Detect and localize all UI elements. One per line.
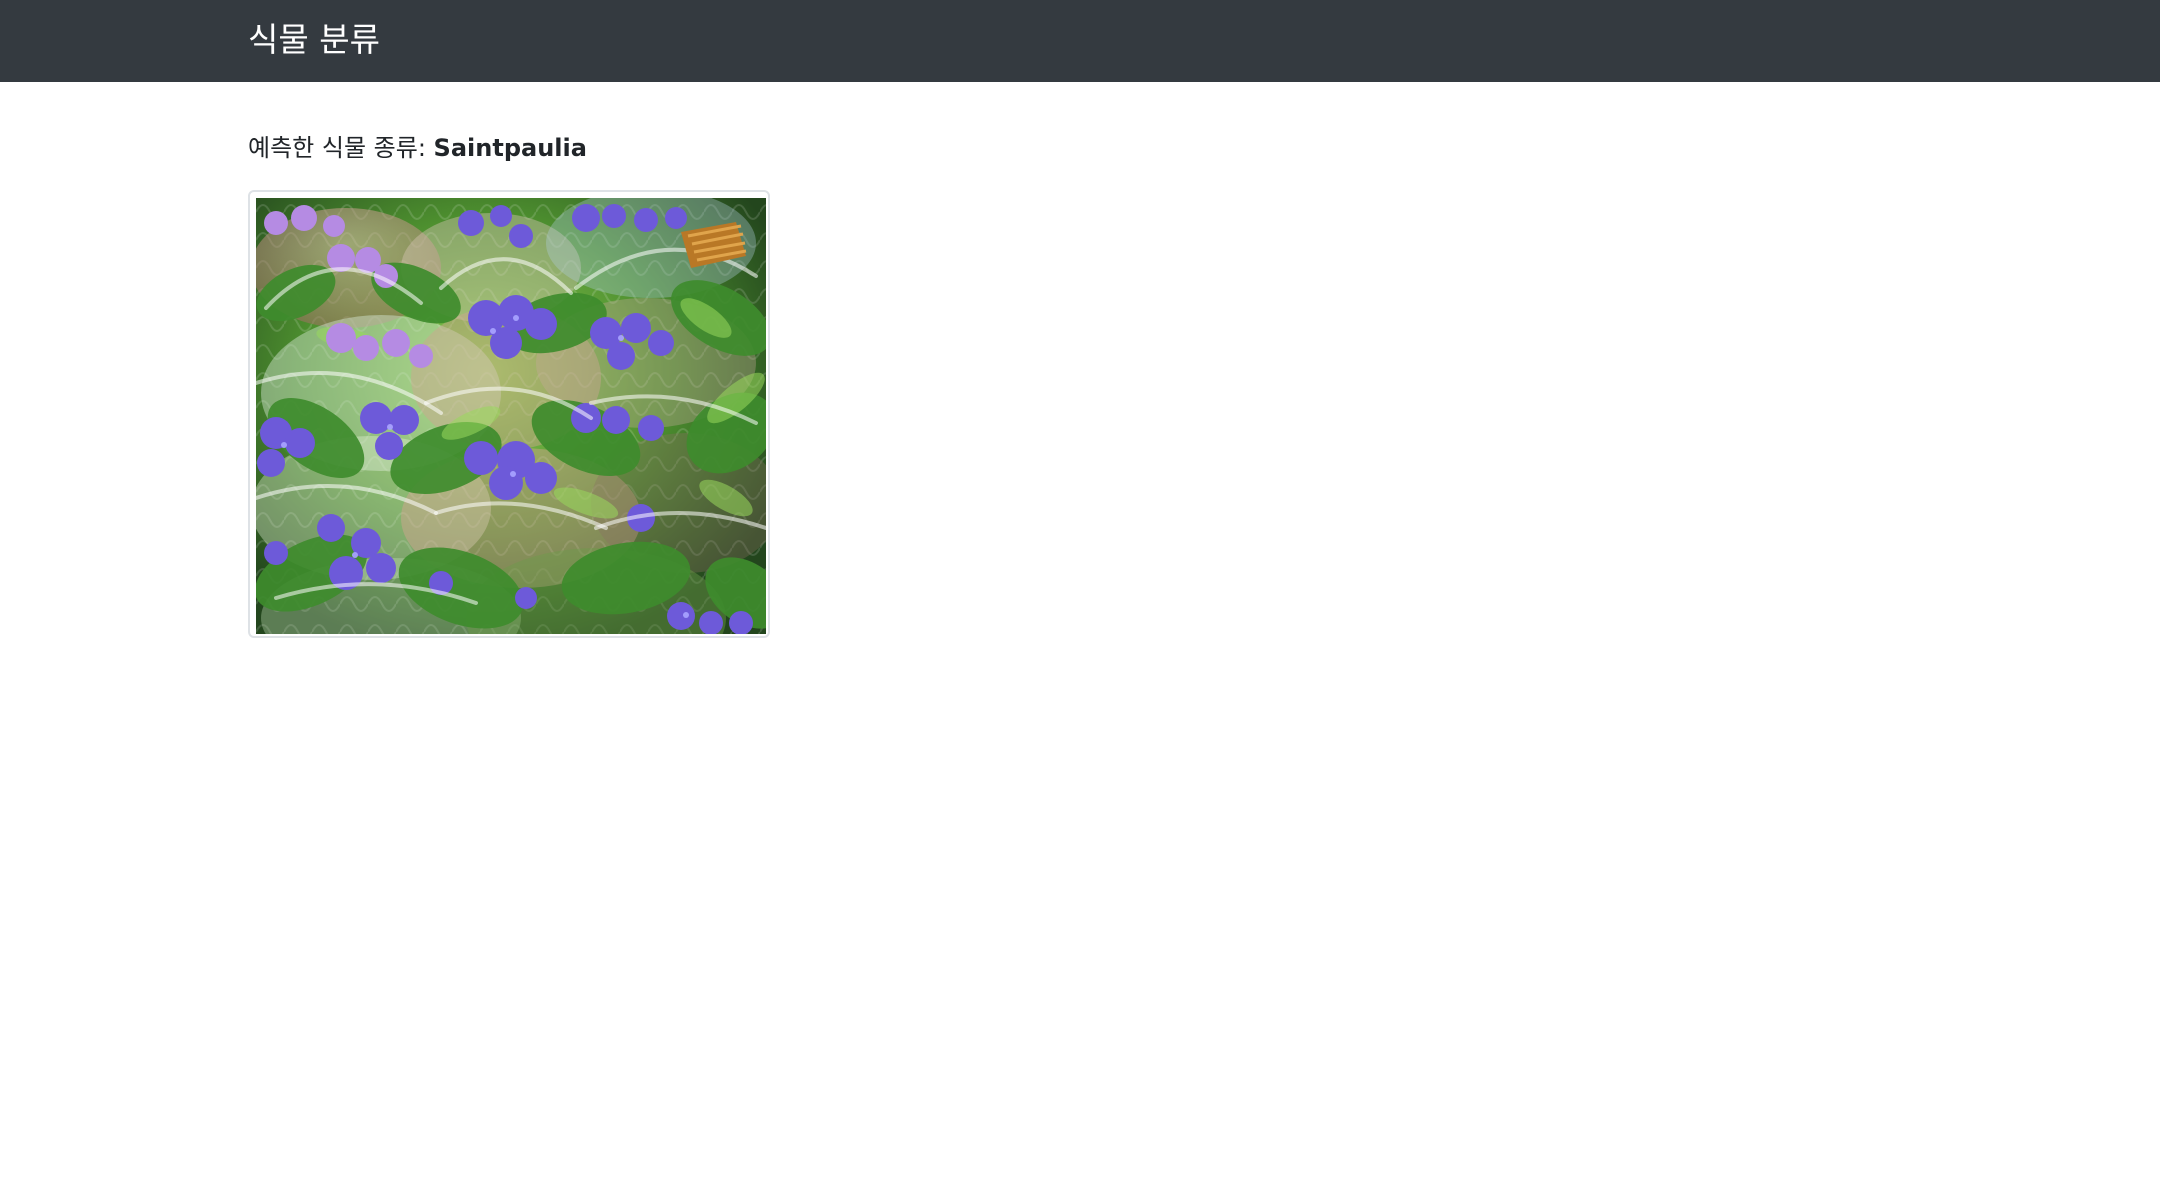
prediction-label: 예측한 식물 종류: bbox=[248, 134, 434, 162]
plant-photo bbox=[256, 198, 766, 634]
prediction-value: Saintpaulia bbox=[433, 134, 587, 162]
african-violet-image bbox=[256, 198, 766, 634]
brand-link[interactable]: 식물 분류 bbox=[248, 18, 380, 62]
plant-image-thumbnail bbox=[248, 190, 770, 638]
navbar: 식물 분류 bbox=[0, 0, 2160, 82]
prediction-result: 예측한 식물 종류: Saintpaulia bbox=[248, 130, 587, 166]
